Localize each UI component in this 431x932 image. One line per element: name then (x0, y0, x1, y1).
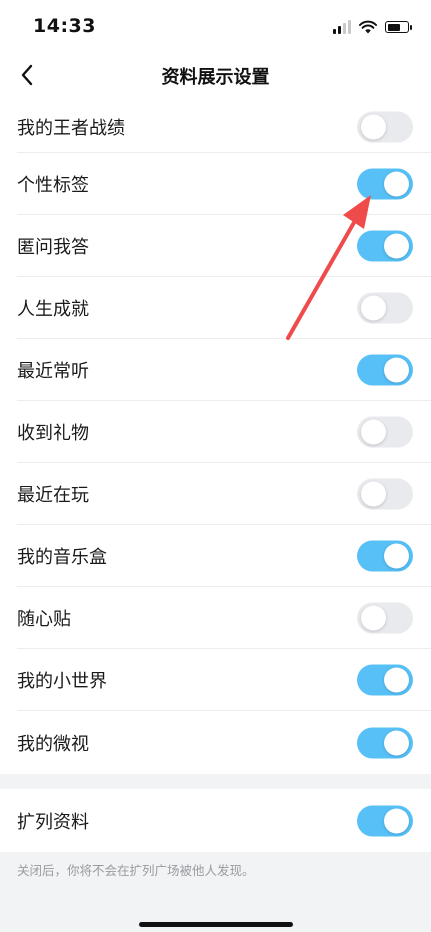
setting-label: 个性标签 (17, 175, 89, 196)
setting-row-expand-profile: 扩列资料 (0, 789, 431, 852)
signal-icon (333, 20, 351, 34)
setting-label: 我的王者战绩 (17, 117, 125, 139)
setting-row: 随心贴 (0, 587, 431, 649)
toggle-knob (384, 171, 409, 197)
nav-bar: 资料展示设置 (0, 50, 431, 101)
wifi-icon (359, 20, 377, 34)
settings-list: 我的王者战绩 个性标签匿问我答人生成就最近常听收到礼物最近在玩我的音乐盒随心贴我的… (0, 100, 431, 774)
setting-toggle[interactable] (357, 292, 413, 324)
toggle-knob (361, 295, 386, 321)
setting-toggle[interactable] (357, 664, 413, 696)
toggle-knob (384, 808, 409, 833)
home-indicator (139, 922, 293, 927)
setting-label: 最近在玩 (17, 485, 89, 506)
setting-toggle[interactable] (357, 168, 413, 200)
setting-label: 随心贴 (17, 609, 71, 630)
setting-toggle[interactable] (357, 416, 413, 448)
setting-row: 个性标签 (0, 153, 431, 215)
toggle-knob (361, 419, 386, 445)
setting-row: 人生成就 (0, 277, 431, 339)
setting-label: 最近常听 (17, 361, 89, 382)
setting-toggle[interactable] (357, 727, 413, 758)
setting-label: 我的微视 (17, 733, 89, 755)
setting-label: 人生成就 (17, 299, 89, 320)
setting-row: 我的微视 (0, 711, 431, 774)
toggle-knob (384, 730, 409, 755)
setting-toggle[interactable] (357, 540, 413, 572)
setting-row: 我的王者战绩 (0, 100, 431, 153)
setting-label: 我的音乐盒 (17, 547, 107, 568)
battery-icon (385, 21, 412, 33)
toggle-knob (361, 605, 386, 631)
toggle-knob (384, 543, 409, 569)
toggle-knob (384, 667, 409, 693)
setting-toggle[interactable] (357, 602, 413, 634)
setting-label: 匿问我答 (17, 237, 89, 258)
footnote: 关闭后，你将不会在扩列广场被他人发现。 (17, 863, 255, 878)
toggle-knob (361, 481, 386, 507)
status-bar: 14:33 (0, 0, 431, 50)
setting-toggle[interactable] (357, 230, 413, 262)
setting-label: 我的小世界 (17, 671, 107, 692)
expand-profile-toggle[interactable] (357, 805, 413, 836)
status-icons (333, 17, 412, 37)
setting-row: 匿问我答 (0, 215, 431, 277)
setting-toggle[interactable] (357, 354, 413, 386)
setting-label: 收到礼物 (17, 423, 89, 444)
toggle-knob (384, 233, 409, 259)
toggle-knob (384, 357, 409, 383)
setting-row: 收到礼物 (0, 401, 431, 463)
setting-row: 最近在玩 (0, 463, 431, 525)
setting-row: 最近常听 (0, 339, 431, 401)
status-time: 14:33 (33, 15, 96, 37)
setting-row: 我的音乐盒 (0, 525, 431, 587)
page-title: 资料展示设置 (161, 67, 270, 88)
setting-label: 扩列资料 (17, 811, 89, 833)
expand-profile-section: 扩列资料 (0, 789, 431, 852)
setting-toggle[interactable] (357, 478, 413, 510)
toggle-knob (361, 114, 386, 139)
setting-row: 我的小世界 (0, 649, 431, 711)
setting-toggle[interactable] (357, 111, 413, 142)
